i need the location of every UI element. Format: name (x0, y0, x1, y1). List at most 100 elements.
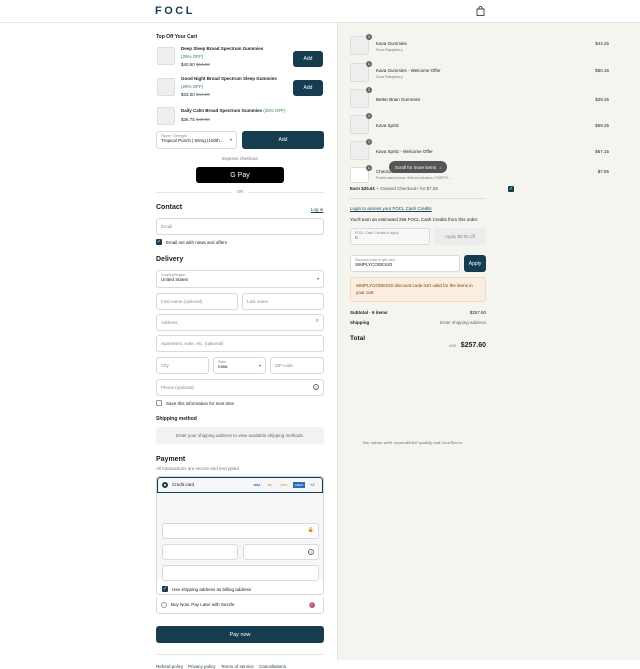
mastercard-icon: MC (267, 483, 273, 487)
chevron-down-icon: ▾ (258, 363, 261, 368)
item-name: Kava Gummies (376, 41, 407, 46)
billing-label: Use shipping address as billing address (172, 587, 252, 592)
shipping-title: Shipping method (156, 416, 197, 422)
billing-checkbox[interactable]: ✓ (162, 586, 168, 592)
news-label: Email me with news and offers (166, 240, 227, 245)
sezzle-label: Buy Now, Pay Later with Sezzle (171, 602, 235, 607)
product-thumb (157, 107, 175, 125)
visa-icon: VISA (253, 483, 261, 487)
item-name: Better Brain Gummies (376, 97, 421, 102)
discount-field[interactable]: Discount code or gift card SIMPLYCODES20 (350, 255, 460, 272)
login-link[interactable]: Log in (311, 207, 323, 212)
flavor-select[interactable]: Flavor / Strength Tropical Punch | 50mg … (156, 131, 237, 149)
checkout-form: Top Off Your Cart Deep Sleep Broad Spect… (0, 23, 337, 669)
city-field[interactable]: City (156, 357, 209, 374)
item-price: $7.55 (597, 169, 609, 174)
shipping-placeholder: Enter your shipping address to view avai… (156, 427, 324, 444)
save-info-label: Save this information for next time (166, 401, 235, 406)
cash-credits-value: 0 (355, 235, 358, 240)
help-icon[interactable]: ? (308, 549, 314, 555)
apply-credits-button[interactable]: Apply $0.00 off (434, 228, 486, 245)
checkout-plus-checkbox[interactable]: ✓ (508, 186, 514, 192)
add-good-night-button[interactable]: Add (293, 80, 323, 96)
cancellations-link[interactable]: Cancellations (259, 664, 286, 669)
credit-card-radio[interactable] (162, 482, 168, 488)
sale-price: $33.00 (181, 92, 195, 97)
cash-login-link[interactable]: Login to access your FOCL Cash Credits (350, 206, 432, 211)
express-label: Express checkout (222, 156, 258, 161)
sezzle-radio[interactable] (161, 602, 167, 608)
zip-field[interactable]: ZIP code (270, 357, 324, 374)
phone-field[interactable]: Phone (optional) ? (156, 379, 324, 396)
item-price: $29.25 (595, 97, 609, 102)
address-field[interactable]: Address ⌕ (156, 314, 324, 331)
gpay-label: G Pay (230, 171, 250, 179)
item-price: $67.15 (595, 149, 609, 154)
refund-policy-link[interactable]: Refund policy (156, 664, 183, 669)
shopping-bag-icon[interactable] (476, 6, 485, 16)
qty-badge: 1 (366, 34, 372, 40)
amex-icon: AMEX (293, 482, 305, 488)
item-price: $59.25 (595, 123, 609, 128)
sezzle-icon (309, 602, 315, 608)
qty-badge: 1 (366, 139, 372, 145)
google-pay-button[interactable]: G Pay (196, 167, 284, 183)
cash-credits-field[interactable]: FOCL Cash Credits to apply 0 (350, 228, 430, 245)
last-name-field[interactable]: Last name (242, 293, 324, 310)
apartment-field[interactable]: Apartment, suite, etc. (optional) (156, 335, 324, 352)
item-price: $44.25 (595, 41, 609, 46)
product-thumb (157, 47, 175, 65)
add-daily-calm-button[interactable]: Add (242, 131, 324, 149)
compare-price: $54.00 (196, 62, 210, 67)
privacy-policy-link[interactable]: Privacy policy (188, 664, 216, 669)
expiry-field[interactable] (162, 544, 238, 560)
site-header: FOCL (0, 0, 640, 23)
payment-title: Payment (156, 456, 186, 463)
scroll-more-label: Scroll for more items (394, 164, 436, 170)
qty-badge: 1 (366, 113, 372, 119)
qty-badge: 1 (366, 61, 372, 67)
email-field[interactable]: Email (156, 218, 324, 235)
discount-error: SIMPLYCODES20 discount code isn't valid … (350, 277, 486, 302)
scroll-more-pill[interactable]: Scroll for more items ↓ (389, 161, 447, 173)
credit-card-label: Credit card (172, 482, 195, 487)
terms-link[interactable]: Terms of service (221, 664, 254, 669)
focl-logo[interactable]: FOCL (155, 5, 195, 17)
add-deep-sleep-button[interactable]: Add (293, 51, 323, 67)
delivery-title: Delivery (156, 256, 184, 263)
or-divider: OR (236, 189, 244, 194)
first-name-field[interactable]: First name (optional) (156, 293, 238, 310)
news-checkbox[interactable]: ✓ (156, 239, 162, 245)
discount-value: SIMPLYCODES20 (355, 262, 393, 267)
chevron-down-icon: ▾ (316, 276, 319, 281)
sezzle-option[interactable]: Buy Now, Pay Later with Sezzle (156, 597, 324, 614)
total-label: Total (350, 335, 366, 342)
contact-title: Contact (156, 204, 183, 211)
topoff-item-name: Daily Calm Broad Spectrum Gummies (181, 108, 263, 113)
discount-text: (25% OFF) (263, 108, 286, 113)
help-icon[interactable]: ? (313, 384, 319, 390)
name-on-card-field[interactable] (162, 565, 319, 581)
qty-badge: 1 (366, 165, 372, 171)
apply-discount-button[interactable]: Apply (464, 255, 486, 272)
item-variant: Protect android once. Shift and declares… (376, 176, 451, 180)
state-select[interactable]: State Iowa ▾ (213, 357, 266, 374)
security-code-field[interactable]: ? (243, 544, 319, 560)
credit-card-option[interactable]: Credit card VISA MC DISC AMEX +2 (157, 477, 323, 493)
card-number-field[interactable]: 🔒 (162, 523, 319, 539)
shipping-label: Shipping (350, 320, 370, 325)
discount-text: (25% OFF) (181, 54, 204, 59)
compare-price: $44.00 (196, 92, 210, 97)
lock-icon: 🔒 (307, 527, 314, 533)
tagline: the nation with unparalleled quality and… (363, 440, 464, 445)
country-select[interactable]: Country/Region United States ▾ (156, 270, 324, 288)
item-price: $50.15 (595, 68, 609, 73)
save-info-checkbox[interactable] (156, 400, 162, 406)
item-variant: Sour Raspberry (376, 48, 403, 52)
item-name: Kava Spritz - Welcome Offer (376, 149, 433, 154)
sale-price: $36.75 (181, 117, 195, 122)
sale-price: $40.50 (181, 62, 195, 67)
address-placeholder: Address (161, 320, 178, 325)
item-name: Kava Gummies - Welcome Offer (376, 68, 441, 73)
pay-now-button[interactable]: Pay now (156, 626, 324, 643)
